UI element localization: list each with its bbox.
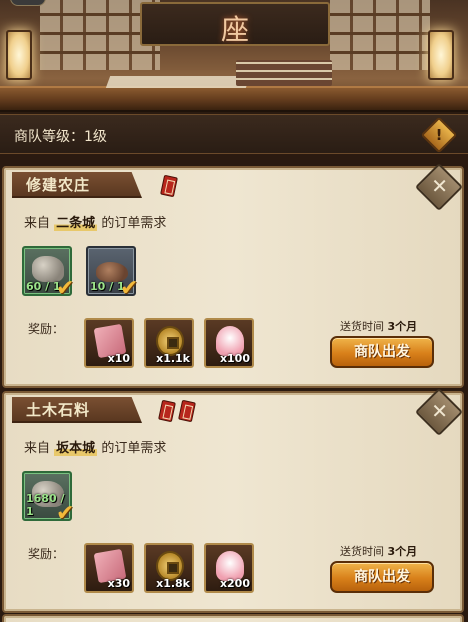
wood-beam xyxy=(0,98,468,112)
reward-count: x1.8k xyxy=(156,577,190,590)
caravan-level-text: 商队等级：1级 xyxy=(14,129,107,145)
reward-count: x10 xyxy=(107,352,130,365)
from-prefix: 来自 xyxy=(24,441,51,456)
hall-sign-text: 座 xyxy=(220,13,249,46)
from-suffix: 的订单需求 xyxy=(101,216,167,231)
from-prefix: 来自 xyxy=(24,216,51,231)
lantern-left-icon xyxy=(6,30,32,80)
reward-coin[interactable]: x1.1k xyxy=(144,318,194,368)
delivery-time: 送货时间 3个月 xyxy=(340,318,417,334)
hall-sign: 座 xyxy=(140,2,330,46)
order-source: 来自 坂本城 的订单需求 xyxy=(24,437,166,456)
reward-count: x1.1k xyxy=(156,352,190,365)
order-title: 土木石料 xyxy=(26,401,91,419)
from-suffix: 的订单需求 xyxy=(101,441,167,456)
order-title-ribbon: 土木石料 xyxy=(12,397,142,423)
books-decor xyxy=(236,60,332,86)
dispatch-caravan-button[interactable]: 商队出发 xyxy=(330,561,434,593)
order-card: 土木石料 ✕ 来自 坂本城 的订单需求 1680 / 1 ✔ 奖励： x30 x… xyxy=(2,387,464,613)
reward-charm[interactable]: x100 xyxy=(204,318,254,368)
reward-ticket[interactable]: x10 xyxy=(84,318,134,368)
delivery-time-value: 3个月 xyxy=(387,545,418,558)
order-title-ribbon: 修建农庄 xyxy=(12,172,142,198)
fulfilled-check-icon: ✔ xyxy=(56,501,75,526)
papers-decor xyxy=(105,76,251,88)
order-ticket-tag-icon xyxy=(158,399,176,423)
caravan-level-bar: 商队等级：1级 ! xyxy=(0,114,468,154)
order-card-partial xyxy=(2,614,464,622)
reward-coin[interactable]: x1.8k xyxy=(144,543,194,593)
delivery-time: 送货时间 3个月 xyxy=(340,543,417,559)
shoji-grid-right xyxy=(330,0,430,70)
hammer-cross-icon: ✕ xyxy=(431,174,448,198)
reward-ticket[interactable]: x30 xyxy=(84,543,134,593)
order-ticket-tag-icon xyxy=(178,399,196,423)
delivery-time-value: 3个月 xyxy=(387,320,418,333)
dispatch-caravan-button[interactable]: 商队出发 xyxy=(330,336,434,368)
fulfilled-check-icon: ✔ xyxy=(56,276,75,301)
order-title: 修建农庄 xyxy=(26,176,91,194)
order-ticket-tag-icon xyxy=(160,174,178,198)
reward-count: x100 xyxy=(219,352,250,365)
header-scene: 座 xyxy=(0,0,468,112)
order-source: 来自 二条城 的订单需求 xyxy=(24,212,166,231)
source-city[interactable]: 坂本城 xyxy=(54,441,98,456)
reward-charm[interactable]: x200 xyxy=(204,543,254,593)
delivery-time-label: 送货时间 xyxy=(340,320,384,333)
reward-label: 奖励： xyxy=(28,322,65,336)
fulfilled-check-icon: ✔ xyxy=(120,276,139,301)
reward-label: 奖励： xyxy=(28,547,65,561)
hammer-cross-icon: ✕ xyxy=(431,399,448,423)
top-badge xyxy=(10,0,46,6)
warning-mark: ! xyxy=(435,126,443,144)
source-city[interactable]: 二条城 xyxy=(54,216,98,231)
lantern-right-icon xyxy=(428,30,454,80)
order-card: 修建农庄 ✕ 来自 二条城 的订单需求 60 / 1 ✔ 10 / 1 ✔ 奖励… xyxy=(2,162,464,388)
reward-count: x200 xyxy=(219,577,250,590)
delivery-time-label: 送货时间 xyxy=(340,545,384,558)
reward-count: x30 xyxy=(107,577,130,590)
